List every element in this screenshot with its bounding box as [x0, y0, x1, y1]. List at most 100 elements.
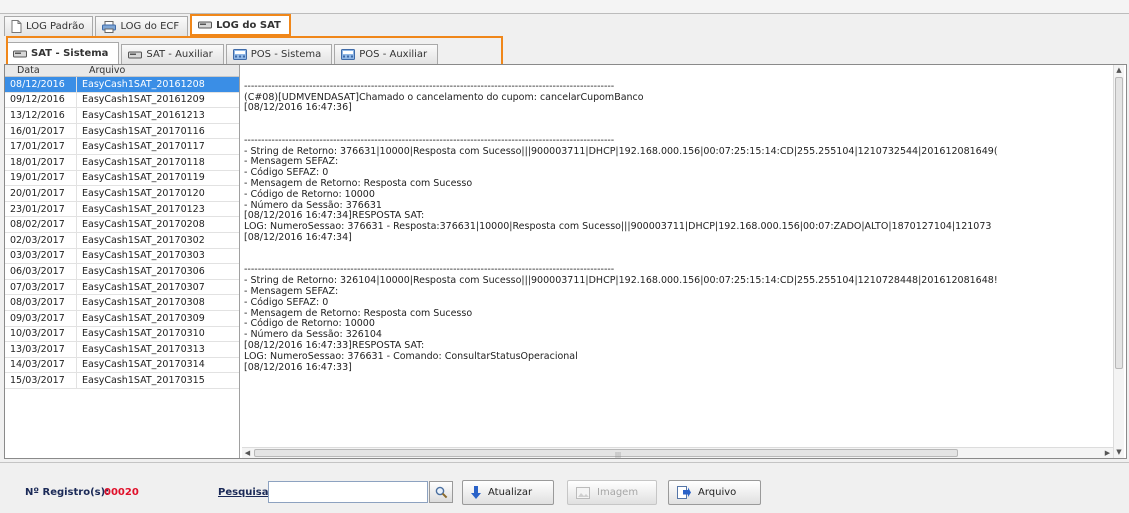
- table-row[interactable]: 18/01/2017 EasyCash1SAT_20170118: [5, 154, 239, 171]
- cell-date: 18/01/2017: [5, 154, 77, 170]
- table-row[interactable]: 15/03/2017 EasyCash1SAT_20170315: [5, 373, 239, 389]
- log-line: ----------------------------------------…: [244, 80, 615, 92]
- search-input[interactable]: [268, 481, 428, 503]
- file-label: Arquivo: [698, 487, 737, 498]
- cell-date: 14/03/2017: [5, 357, 77, 373]
- tab-label: LOG do ECF: [120, 21, 180, 32]
- horizontal-scroll-thumb[interactable]: |||: [254, 449, 958, 458]
- horizontal-scrollbar[interactable]: ◀ ||| ▶: [242, 447, 1113, 458]
- tab-label: LOG Padrão: [26, 21, 85, 32]
- table-row[interactable]: 16/01/2017 EasyCash1SAT_20170116: [5, 123, 239, 140]
- cell-date: 19/01/2017: [5, 170, 77, 186]
- cell-date: 13/12/2016: [5, 108, 77, 123]
- printer-icon: [102, 20, 117, 33]
- table-row[interactable]: 07/03/2017 EasyCash1SAT_20170307: [5, 279, 239, 296]
- table-row[interactable]: 03/03/2017 EasyCash1SAT_20170303: [5, 248, 239, 265]
- table-row[interactable]: 09/12/2016 EasyCash1SAT_20161209: [5, 92, 239, 109]
- cell-file: EasyCash1SAT_20161209: [82, 94, 205, 106]
- cell-file: EasyCash1SAT_20170303: [82, 250, 205, 262]
- cell-date: 09/03/2017: [5, 310, 77, 326]
- sub-tabs: SAT - Sistema SAT - Auxiliar POS - Siste…: [4, 37, 440, 64]
- table-row[interactable]: 13/03/2017 EasyCash1SAT_20170313: [5, 342, 239, 358]
- table-row[interactable]: 20/01/2017 EasyCash1SAT_20170120: [5, 186, 239, 202]
- cell-file: EasyCash1SAT_20170117: [82, 141, 205, 153]
- cell-file: EasyCash1SAT_20170120: [82, 187, 205, 199]
- refresh-button[interactable]: Atualizar: [462, 480, 554, 505]
- table-row[interactable]: 08/12/2016 EasyCash1SAT_20161208: [5, 77, 239, 93]
- vertical-scrollbar[interactable]: ▲ ▼: [1113, 65, 1124, 458]
- file-list-rows: 08/12/2016 EasyCash1SAT_20161208 09/12/201…: [5, 77, 239, 389]
- table-row[interactable]: 13/12/2016 EasyCash1SAT_20161213: [5, 108, 239, 124]
- cell-date: 08/02/2017: [5, 217, 77, 232]
- search-button[interactable]: [429, 481, 453, 503]
- tab-pos-sistema[interactable]: POS - Sistema: [225, 44, 333, 64]
- cell-date: 23/01/2017: [5, 201, 77, 217]
- cell-date: 07/03/2017: [5, 279, 77, 295]
- column-header-data[interactable]: Data: [5, 65, 77, 76]
- magnifier-icon: [435, 486, 448, 499]
- log-text: ----------------------------------------…: [244, 71, 1112, 446]
- scroll-right-icon[interactable]: ▶: [1102, 448, 1113, 458]
- table-row[interactable]: 23/01/2017 EasyCash1SAT_20170123: [5, 201, 239, 218]
- log-line: (C#08)[UDMVENDASAT]Chamado o cancelament…: [244, 91, 644, 103]
- cell-file: EasyCash1SAT_20170306: [82, 265, 205, 277]
- vertical-scroll-thumb[interactable]: [1115, 77, 1123, 369]
- image-button[interactable]: Imagem: [567, 480, 657, 505]
- log-type-tabs: LOG Padrão LOG do ECF LOG do SAT: [4, 14, 293, 36]
- log-line: LOG: NumeroSessao: 376631 - Resposta:376…: [244, 221, 992, 233]
- image-label: Imagem: [597, 487, 639, 498]
- table-row[interactable]: 08/02/2017 EasyCash1SAT_20170208: [5, 217, 239, 233]
- tab-label: POS - Sistema: [250, 49, 322, 60]
- tab-log-ecf[interactable]: LOG do ECF: [95, 16, 189, 36]
- cell-file: EasyCash1SAT_20170313: [82, 343, 205, 355]
- tab-sat-auxiliar[interactable]: SAT - Auxiliar: [121, 44, 224, 64]
- sat-device-icon: [13, 49, 27, 59]
- log-line: [08/12/2016 16:47:33]: [244, 361, 352, 373]
- cell-file: EasyCash1SAT_20170310: [82, 328, 205, 340]
- main-panel: Data Arquivo 08/12/2016 EasyCash1SAT_2016…: [4, 64, 1127, 459]
- scroll-down-icon[interactable]: ▼: [1114, 447, 1124, 458]
- cell-date: 10/03/2017: [5, 326, 77, 342]
- cell-date: 02/03/2017: [5, 232, 77, 248]
- table-row[interactable]: 09/03/2017 EasyCash1SAT_20170309: [5, 310, 239, 327]
- cell-file: EasyCash1SAT_20170302: [82, 234, 205, 246]
- table-row[interactable]: 06/03/2017 EasyCash1SAT_20170306: [5, 264, 239, 280]
- cell-date: 06/03/2017: [5, 264, 77, 279]
- cell-date: 16/01/2017: [5, 123, 77, 139]
- cell-file: EasyCash1SAT_20161208: [82, 78, 205, 90]
- table-row[interactable]: 08/03/2017 EasyCash1SAT_20170308: [5, 295, 239, 311]
- cell-file: EasyCash1SAT_20170116: [82, 125, 205, 137]
- table-row[interactable]: 02/03/2017 EasyCash1SAT_20170302: [5, 232, 239, 249]
- tab-pos-auxiliar[interactable]: POS - Auxiliar: [334, 44, 439, 64]
- cell-date: 09/12/2016: [5, 92, 77, 108]
- scroll-up-icon[interactable]: ▲: [1114, 65, 1124, 76]
- table-row[interactable]: 17/01/2017 EasyCash1SAT_20170117: [5, 139, 239, 155]
- scroll-left-icon[interactable]: ◀: [242, 448, 253, 458]
- file-button[interactable]: Arquivo: [668, 480, 761, 505]
- registros-label: Nº Registro(s):: [25, 487, 110, 498]
- tab-sat-sistema[interactable]: SAT - Sistema: [6, 42, 120, 64]
- file-open-icon: [677, 486, 691, 499]
- tab-label: SAT - Auxiliar: [146, 49, 213, 60]
- log-line: - Código SEFAZ: 0: [244, 296, 329, 308]
- cell-file: EasyCash1SAT_20161213: [82, 109, 205, 121]
- log-line: ----------------------------------------…: [244, 134, 615, 146]
- cell-date: 03/03/2017: [5, 248, 77, 264]
- cell-date: 08/03/2017: [5, 295, 77, 310]
- tab-log-sat[interactable]: LOG do SAT: [190, 14, 291, 36]
- tab-log-padrao[interactable]: LOG Padrão: [4, 16, 94, 36]
- log-viewer: ----------------------------------------…: [242, 65, 1124, 458]
- window-top-strip: [0, 0, 1129, 14]
- table-row[interactable]: 10/03/2017 EasyCash1SAT_20170310: [5, 326, 239, 343]
- column-header-arquivo[interactable]: Arquivo: [77, 65, 125, 76]
- cell-file: EasyCash1SAT_20170208: [82, 219, 205, 231]
- table-row[interactable]: 19/01/2017 EasyCash1SAT_20170119: [5, 170, 239, 187]
- table-row[interactable]: 14/03/2017 EasyCash1SAT_20170314: [5, 357, 239, 374]
- pos-terminal-icon: [232, 49, 247, 60]
- cell-date: 17/01/2017: [5, 139, 77, 154]
- grip-icon: |||: [615, 452, 622, 458]
- document-icon: [11, 20, 22, 33]
- cell-date: 13/03/2017: [5, 342, 77, 357]
- cell-date: 08/12/2016: [5, 77, 77, 92]
